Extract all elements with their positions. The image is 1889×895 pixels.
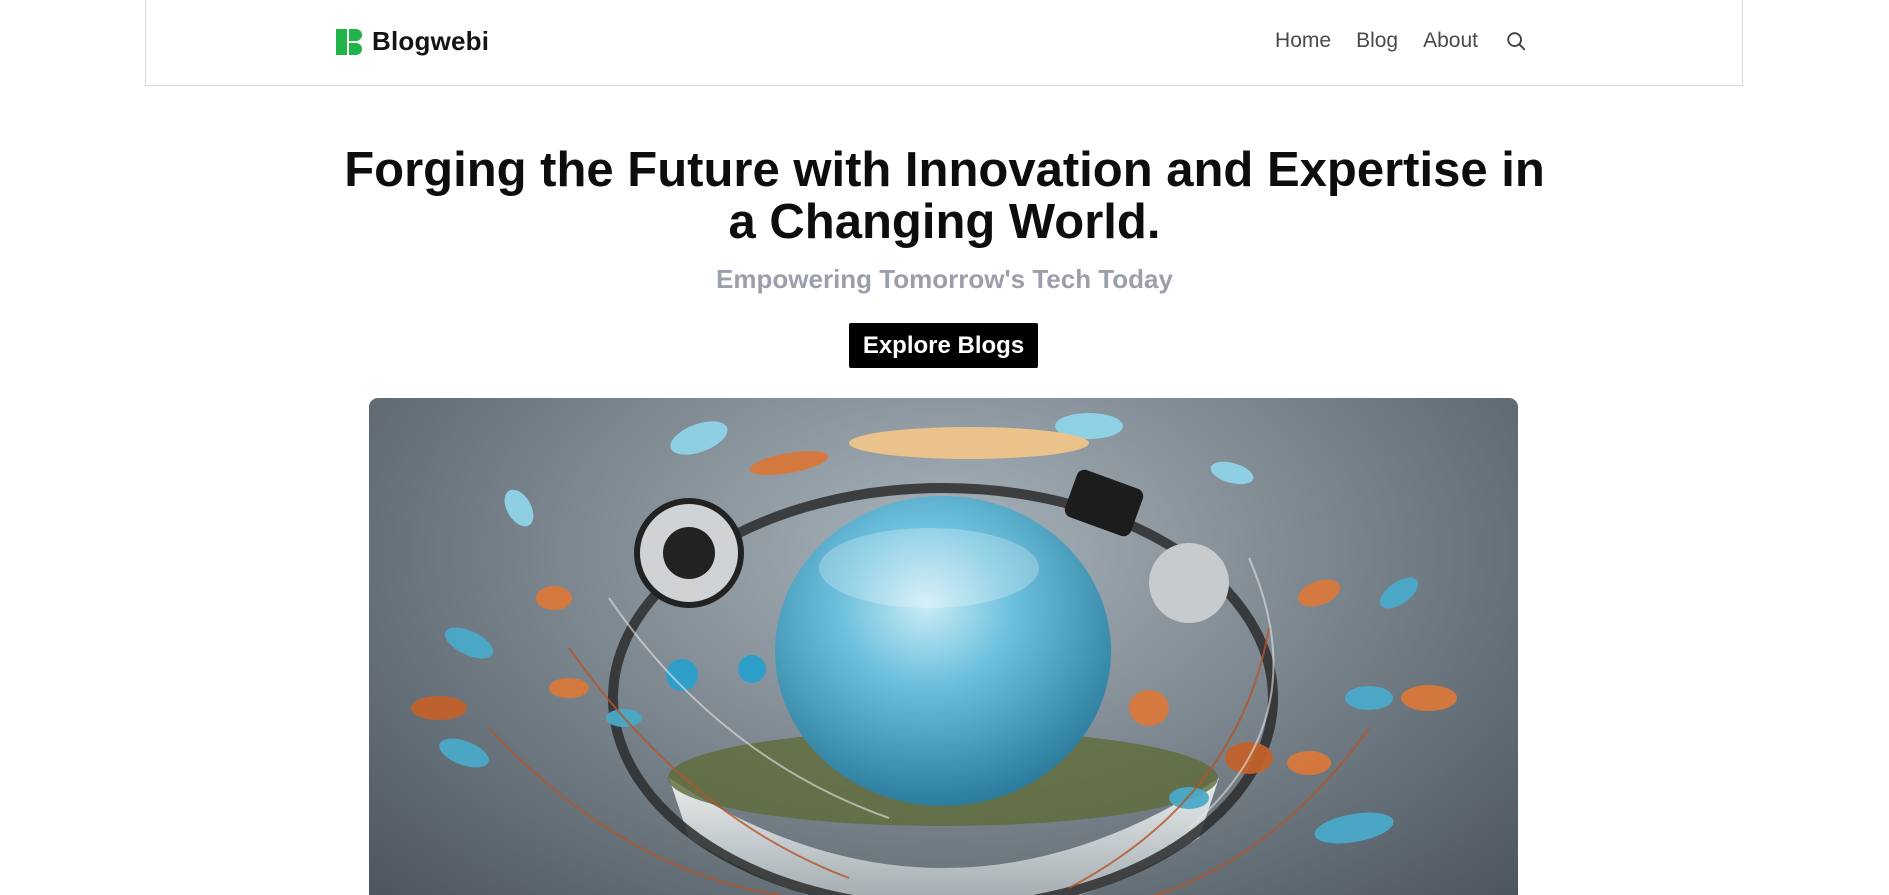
brand-logo-link[interactable]: Blogwebi [334, 26, 489, 57]
hero-title-line-2: a Changing World. [728, 195, 1161, 249]
nav-blog-link[interactable]: Blog [1356, 26, 1398, 56]
explore-blogs-button[interactable]: Explore Blogs [849, 323, 1038, 368]
brand-logo-icon [336, 28, 362, 55]
robotic-sphere-illustration [411, 413, 1457, 895]
hero-image [369, 398, 1518, 895]
nav-about-link[interactable]: About [1423, 26, 1478, 56]
hero-title-line-1: Forging the Future with Innovation and E… [344, 143, 1545, 197]
search-icon [1507, 32, 1526, 51]
brand-name: Blogwebi [372, 26, 490, 56]
main-nav: Home Blog About [1275, 26, 1529, 56]
page: Blogwebi Home Blog About Forging the Fut… [0, 0, 1889, 895]
nav-home-link[interactable]: Home [1275, 26, 1331, 56]
search-button[interactable] [1503, 28, 1529, 54]
hero-title: Forging the Future with Innovation and E… [0, 144, 1889, 248]
hero-subtitle: Empowering Tomorrow's Tech Today [716, 264, 1173, 294]
site-header: Blogwebi Home Blog About [145, 0, 1743, 86]
